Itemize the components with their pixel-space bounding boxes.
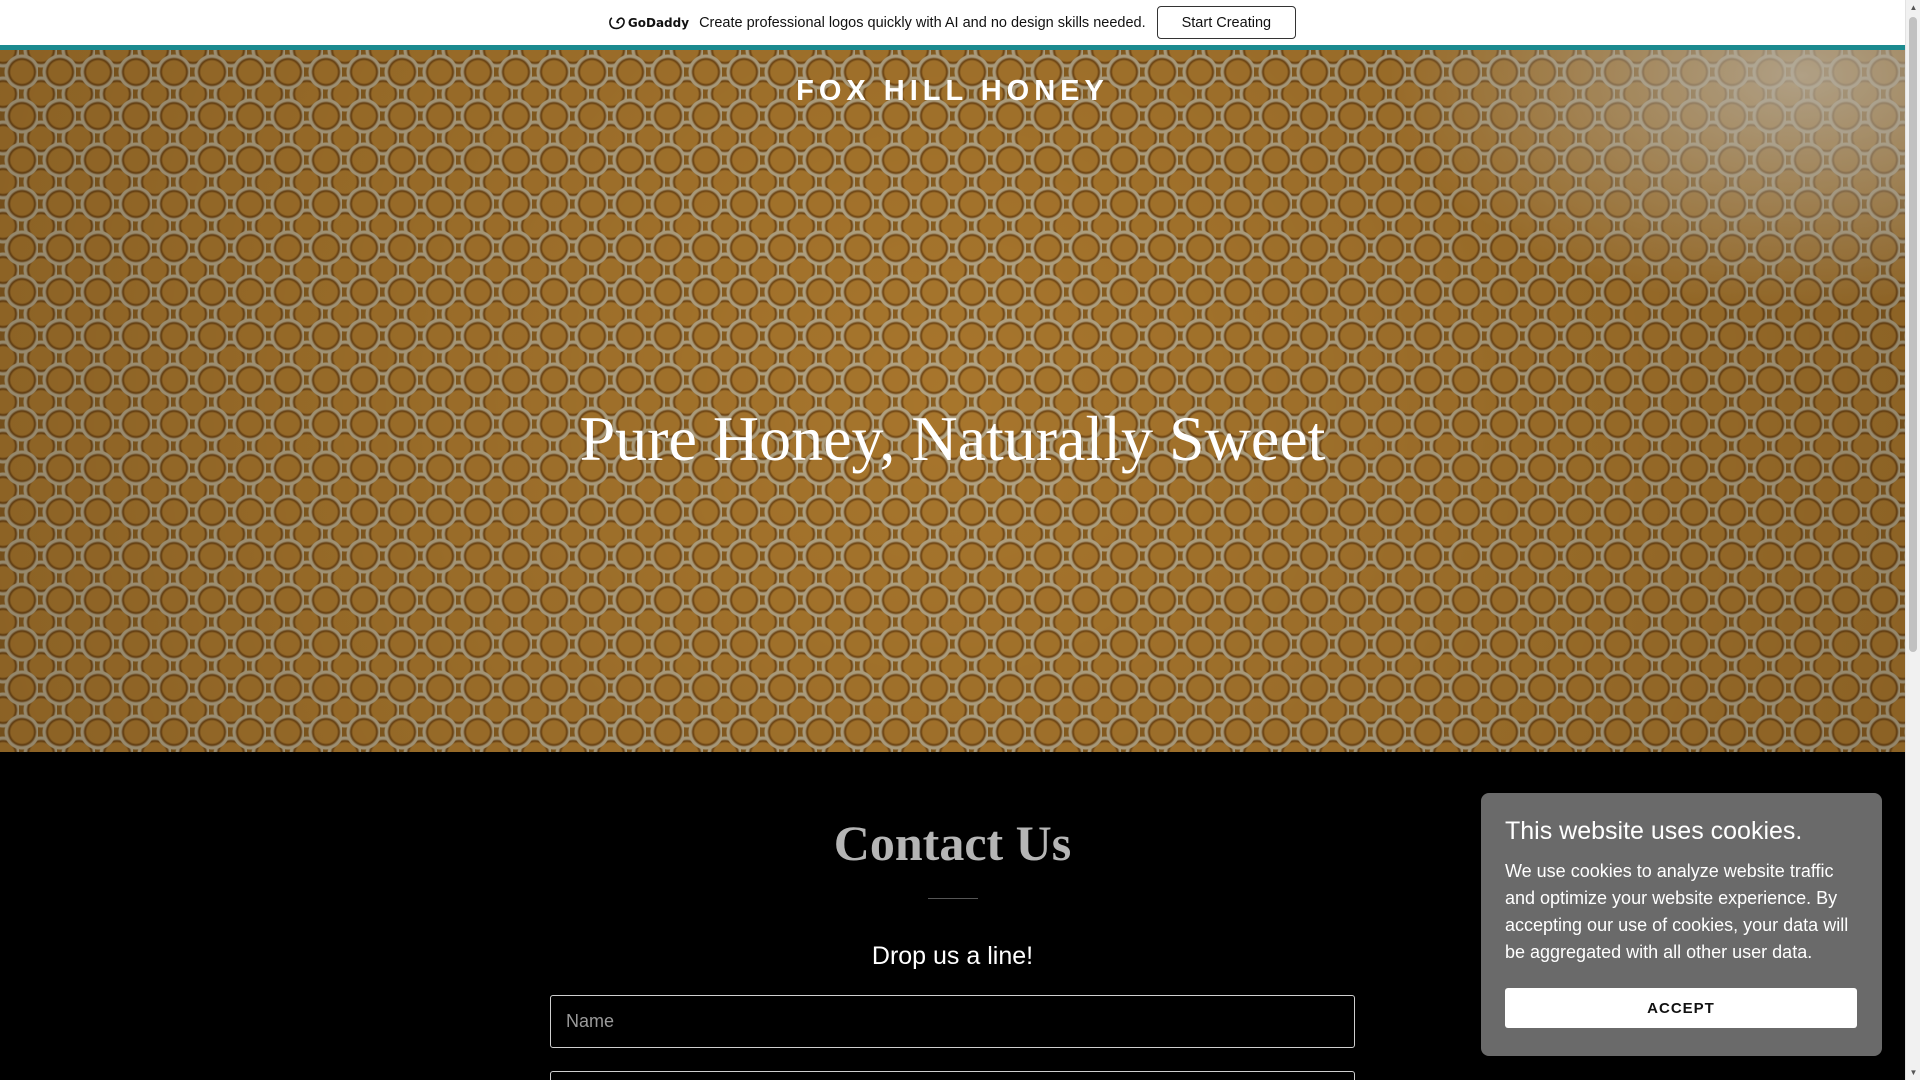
hero-overlay [0,50,1905,752]
godaddy-brand-text: GoDaddy [627,15,690,30]
promo-message: Create professional logos quickly with A… [699,14,1146,31]
promo-banner: GoDaddy Create professional logos quickl… [0,0,1905,45]
contact-divider [928,898,978,899]
accept-cookies-button[interactable]: ACCEPT [1505,988,1857,1028]
scroll-down-arrow-icon[interactable]: ▼ [1906,1065,1920,1080]
start-creating-button[interactable]: Start Creating [1156,6,1297,39]
hero-section: FOX HILL HONEY Pure Honey, Naturally Swe… [0,50,1905,752]
godaddy-logo: GoDaddy [609,16,689,30]
site-title[interactable]: FOX HILL HONEY [0,75,1905,108]
name-input[interactable] [550,995,1355,1048]
cookie-title: This website uses cookies. [1505,817,1803,845]
hero-heading: Pure Honey, Naturally Sweet [579,403,1326,474]
godaddy-logo-icon [609,16,625,29]
scroll-thumb[interactable] [1909,17,1917,652]
scroll-up-arrow-icon[interactable]: ▲ [1906,0,1920,15]
cookie-banner: This website uses cookies. We use cookie… [1481,793,1882,1056]
cookie-text: We use cookies to analyze website traffi… [1505,861,1849,962]
page-scrollbar[interactable]: ▲ ▼ [1905,0,1920,1080]
email-input[interactable] [550,1071,1355,1080]
